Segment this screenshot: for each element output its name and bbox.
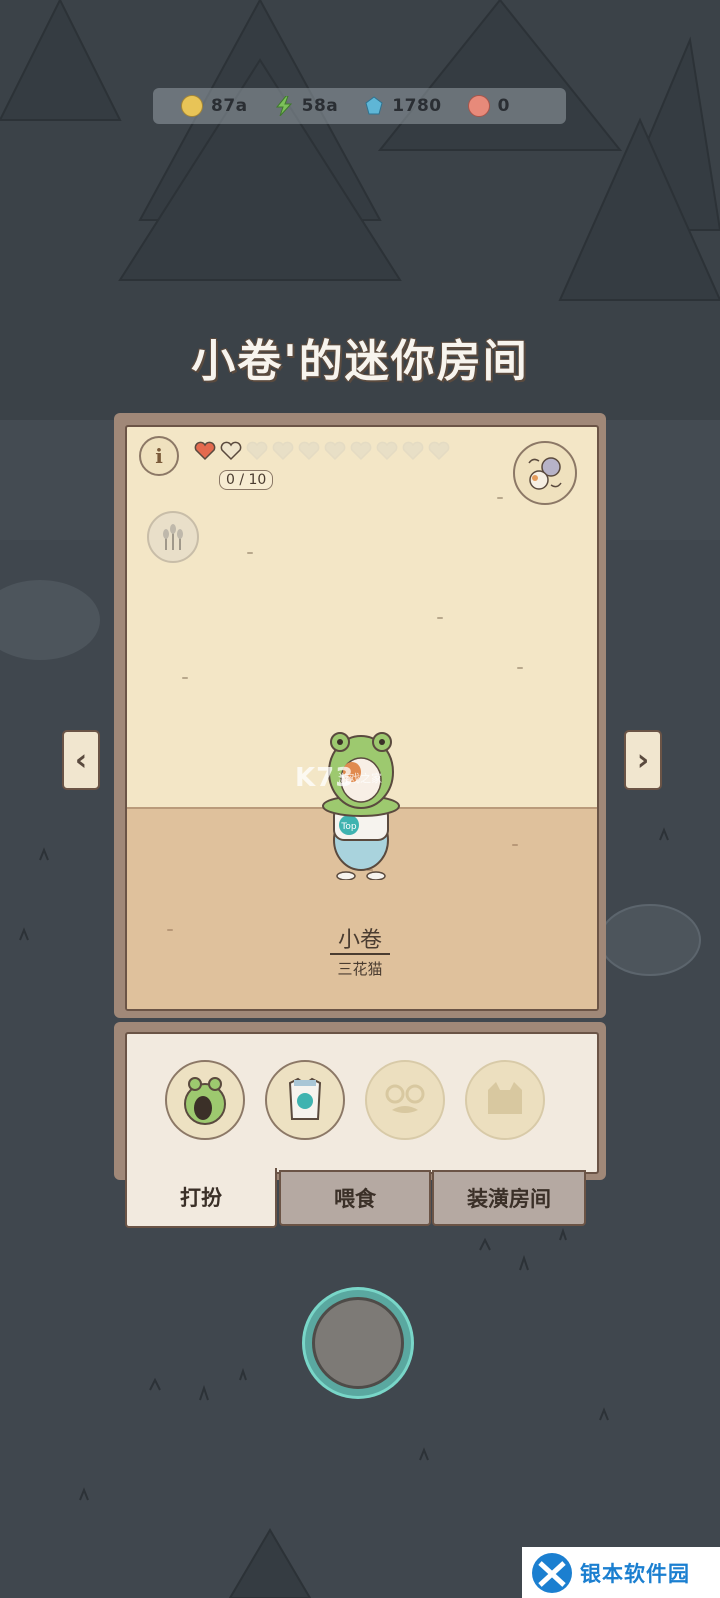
site-watermark: 银本软件园 [522,1547,720,1598]
slot-frog-hat[interactable] [165,1060,245,1140]
fish-token-icon [467,95,490,117]
slot-top-shirt[interactable] [265,1060,345,1140]
heart-empty-icon [350,441,372,461]
heart-empty-icon [402,441,424,461]
heart-empty-icon [298,441,320,461]
tab-feed[interactable]: 喂食 [279,1170,431,1226]
resource-bar: 87a 58a 1780 0 [153,88,566,124]
shirt-logo-text: Top [340,822,356,832]
heart-empty-icon [246,441,268,461]
tab-dress-up-label: 打扮 [180,1186,222,1210]
wheat-badge[interactable] [147,511,199,563]
heart-filled-icon [194,441,216,461]
next-room-button[interactable]: › [624,730,662,790]
tab-dress-up[interactable]: 打扮 [125,1168,277,1228]
chevron-left-icon: ‹ [74,742,88,778]
affection-counter: 0 / 10 [219,470,274,490]
site-logo-icon [532,1552,572,1593]
heart-empty-icon [376,441,398,461]
tab-feed-label: 喂食 [334,1187,376,1211]
frog-hat-icon [184,1077,226,1125]
cat-character[interactable]: Top [306,728,416,880]
coin-icon [181,95,203,117]
gem-icon [364,96,384,116]
cats-swap-icon [528,457,562,490]
cat-breed: 三花猫 [337,960,383,978]
tab-decorate-label: 装潢房间 [467,1187,551,1211]
shutter-inner [312,1297,404,1389]
site-watermark-text: 银本软件园 [580,1561,690,1586]
tab-decorate-room[interactable]: 装潢房间 [432,1170,586,1226]
resource-energy[interactable]: 58a [274,95,339,117]
fish-tokens-value: 0 [497,96,510,116]
prev-room-button[interactable]: ‹ [62,730,100,790]
glasses-mustache-icon [385,1084,425,1113]
name-divider [330,953,390,955]
gems-value: 1780 [392,96,442,116]
info-button[interactable]: i [139,436,179,476]
heart-empty-icon [220,441,242,461]
switch-cat-button[interactable] [513,441,577,505]
heart-empty-icon [428,441,450,461]
k73-watermark-sub: 游戏之家 [338,772,382,785]
energy-icon [274,95,294,117]
info-icon: i [155,444,163,468]
resource-fish-tokens[interactable]: 0 [467,95,510,117]
energy-value: 58a [301,96,339,116]
resource-coins[interactable]: 87a [181,95,248,117]
slot-face[interactable] [465,1060,545,1140]
affection-hearts [194,441,454,461]
shirt-icon [288,1077,322,1120]
slot-glasses[interactable] [365,1060,445,1140]
coins-value: 87a [211,96,248,116]
heart-empty-icon [272,441,294,461]
room-title: 小卷'的迷你房间 [191,336,529,387]
game-screen: 87a 58a 1780 0 小卷'的迷你房间 i 0 / 10 Top K73… [0,0,720,1598]
wheat-icon [163,524,183,550]
chevron-right-icon: › [636,742,650,778]
heart-empty-icon [324,441,346,461]
cat-face-icon [488,1082,522,1114]
camera-shutter-button[interactable] [305,1290,411,1396]
resource-gems[interactable]: 1780 [364,96,441,116]
cat-name: 小卷 [337,928,382,953]
